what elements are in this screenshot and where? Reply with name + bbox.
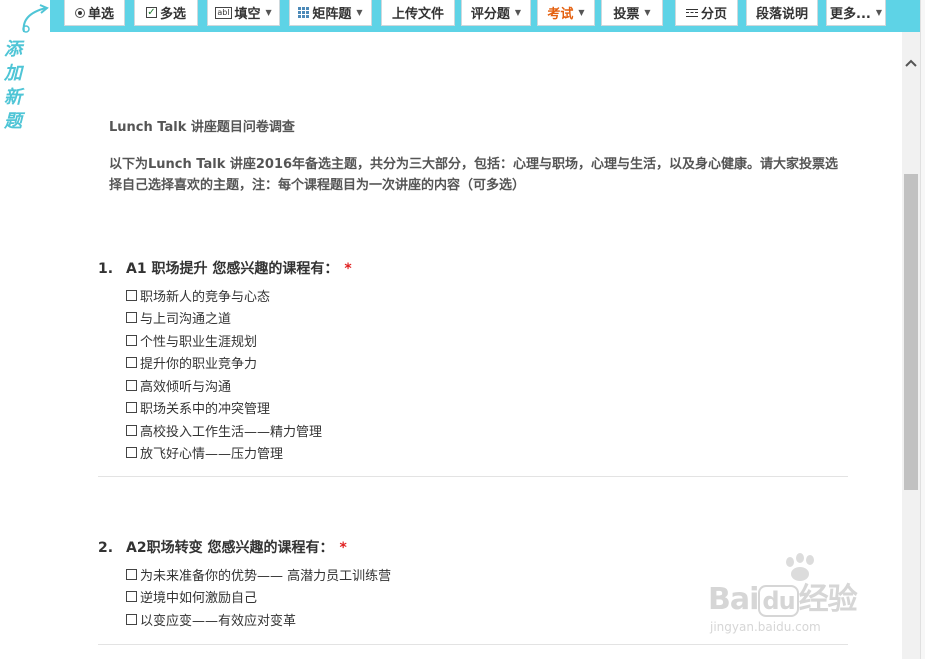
more-button[interactable]: 更多... ▼ [826, 0, 886, 26]
option-item[interactable]: 职场关系中的冲突管理 [126, 397, 322, 420]
vote-button[interactable]: 投票 ▼ [601, 0, 663, 26]
option-item[interactable]: 逆境中如何激励自己 [126, 586, 391, 609]
question-divider [98, 644, 848, 645]
upload-file-button[interactable]: 上传文件 [381, 0, 455, 26]
matrix-question-button[interactable]: 矩阵题 ▼ [289, 0, 372, 26]
paragraph-description-button[interactable]: 段落说明 [746, 0, 818, 26]
question-1-options: 职场新人的竞争与心态 与上司沟通之道 个性与职业生涯规划 提升你的职业竞争力 高… [126, 284, 322, 464]
option-item[interactable]: 职场新人的竞争与心态 [126, 284, 322, 307]
survey-title[interactable]: Lunch Talk 讲座题目问卷调查 [109, 116, 295, 135]
caret-down-icon: ▼ [578, 8, 585, 17]
question-2-title[interactable]: 2. A2职场转变 您感兴趣的课程有： * [98, 537, 347, 557]
checkbox[interactable] [126, 379, 137, 391]
fill-blank-button[interactable]: abl 填空 ▼ [207, 0, 280, 26]
fill-blank-icon: abl [215, 6, 232, 19]
matrix-icon [298, 7, 310, 18]
radio-icon [74, 7, 85, 18]
watermark-url: jingyan.baidu.com [710, 620, 821, 634]
add-question-side-label[interactable]: 添加新题 [0, 0, 50, 659]
checkbox[interactable] [126, 424, 137, 436]
option-item[interactable]: 个性与职业生涯规划 [126, 329, 322, 352]
checkbox[interactable] [126, 447, 137, 459]
paw-logo-icon [786, 553, 814, 581]
single-choice-button[interactable]: 单选 [64, 0, 125, 26]
caret-down-icon: ▼ [265, 8, 272, 17]
survey-description[interactable]: 以下为Lunch Talk 讲座2016年备选主题，共分为三大部分，包括：心理与… [109, 154, 849, 196]
option-item[interactable]: 放飞好心情——压力管理 [126, 442, 322, 465]
question-2-options: 为未来准备你的优势—— 高潜力员工训练营 逆境中如何激励自己 以变应变——有效应… [126, 563, 391, 631]
question-number: 1. [98, 261, 114, 277]
scroll-up-arrow-icon[interactable] [902, 54, 920, 72]
scrollbar-thumb[interactable] [904, 174, 918, 490]
checkbox[interactable] [126, 312, 137, 324]
add-question-label: 添加新题 [4, 39, 22, 132]
checkbox[interactable] [126, 357, 137, 369]
exam-button[interactable]: 考试 ▼ [537, 0, 595, 26]
page-break-button[interactable]: 分页 [675, 0, 738, 26]
multiple-choice-button[interactable]: ✓ 多选 [134, 0, 198, 26]
checkbox[interactable] [126, 334, 137, 346]
option-item[interactable]: 与上司沟通之道 [126, 307, 322, 330]
required-marker: * [339, 540, 347, 556]
required-marker: * [344, 261, 352, 277]
option-item[interactable]: 高校投入工作生活——精力管理 [126, 419, 322, 442]
baidu-jingyan-watermark: Bai du 经验 jingyan.baidu.com [708, 553, 878, 638]
checkbox[interactable] [126, 591, 137, 603]
checkbox[interactable] [126, 568, 137, 580]
option-item[interactable]: 高效倾听与沟通 [126, 374, 322, 397]
question-text: A2职场转变 您感兴趣的课程有： [126, 540, 334, 556]
checkbox[interactable] [126, 289, 137, 301]
option-item[interactable]: 以变应变——有效应对变革 [126, 608, 391, 631]
option-item[interactable]: 为未来准备你的优势—— 高潜力员工训练营 [126, 563, 391, 586]
window-edge [920, 0, 925, 659]
page-break-icon [685, 8, 698, 17]
caret-down-icon: ▼ [875, 8, 882, 17]
checkbox[interactable] [126, 402, 137, 414]
question-1-title[interactable]: 1. A1 职场提升 您感兴趣的课程有： * [98, 258, 352, 278]
caret-down-icon: ▼ [514, 8, 522, 17]
curved-arrow-icon [22, 4, 49, 33]
option-item[interactable]: 提升你的职业竞争力 [126, 352, 322, 375]
question-text: A1 职场提升 您感兴趣的课程有： [126, 261, 339, 277]
vertical-scrollbar[interactable] [902, 32, 920, 659]
checkbox-icon: ✓ [145, 6, 157, 18]
caret-down-icon: ▼ [356, 8, 363, 17]
rating-question-button[interactable]: 评分题 ▼ [461, 0, 531, 26]
question-divider [98, 476, 848, 477]
checkbox[interactable] [126, 613, 137, 625]
caret-down-icon: ▼ [644, 8, 651, 17]
question-number: 2. [98, 540, 114, 556]
question-type-toolbar: 单选 ✓ 多选 abl 填空 ▼ 矩阵题 ▼ 上传文件 评分题 ▼ 考试 ▼ 投… [50, 0, 920, 32]
